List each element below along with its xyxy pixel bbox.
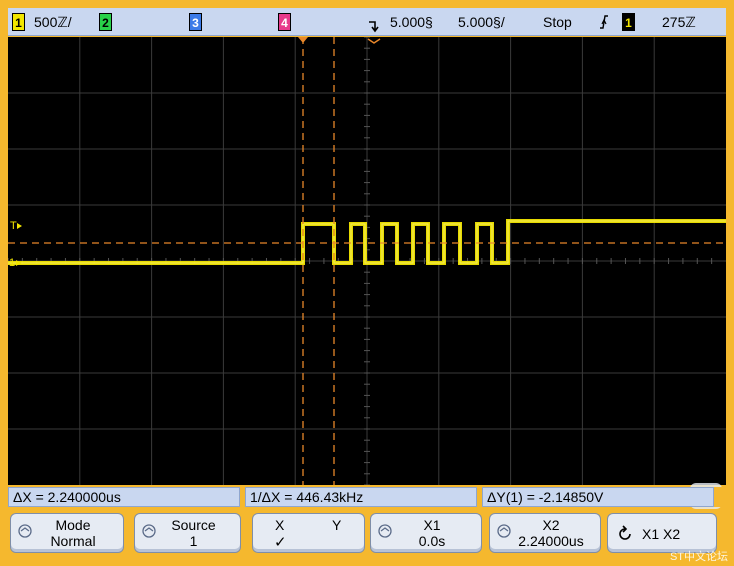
watermark-text: ST中文论坛 xyxy=(669,551,728,563)
channel-3-indicator[interactable]: 3 xyxy=(189,13,202,31)
cursor-x1-marker xyxy=(298,37,308,43)
waveform-canvas: T1 xyxy=(8,37,726,485)
y-option: Y xyxy=(332,517,342,533)
waveform-display[interactable]: T1 xyxy=(8,37,726,485)
x2-label: X2 xyxy=(542,517,560,533)
status-bar: 1 500ℤ/ 2 3 4 5.000§ 5.000§/ Stop 1 275ℤ xyxy=(8,8,726,36)
x-selected-check: ✓ xyxy=(274,534,287,551)
x1-softkey[interactable]: X1 0.0s xyxy=(370,513,482,553)
slope-icon xyxy=(596,8,610,36)
xy-softkey[interactable]: X Y ✓ xyxy=(252,513,365,553)
mode-value: Normal xyxy=(50,533,96,549)
x2-softkey[interactable]: X2 2.24000us xyxy=(489,513,601,553)
delta-y-readout: ΔY(1) = -2.14850V xyxy=(482,487,714,507)
source-value: 1 xyxy=(189,533,198,549)
x1-value: 0.0s xyxy=(418,533,446,549)
waveform-line xyxy=(8,219,726,265)
mode-softkey[interactable]: Mode Normal xyxy=(10,513,124,553)
trigger-level-marker: T xyxy=(10,220,17,232)
channel-1-trace xyxy=(8,219,726,265)
inverse-delta-x-readout: 1/ΔX = 446.43kHz xyxy=(245,487,477,507)
trigger-source-indicator[interactable]: 1 xyxy=(622,13,635,31)
measurement-bar: ΔX = 2.240000us 1/ΔX = 446.43kHz ΔY(1) =… xyxy=(8,487,726,507)
delta-x-readout: ΔX = 2.240000us xyxy=(8,487,240,507)
ground-marker: 1 xyxy=(9,257,15,269)
channel-4-indicator[interactable]: 4 xyxy=(278,13,291,31)
channel-1-indicator[interactable]: 1 xyxy=(12,13,25,31)
softkey-bar: Mode Normal Source 1 X Y ✓ X1 0.0s X2 2.… xyxy=(8,509,726,557)
channel-1-scale[interactable]: 500ℤ/ xyxy=(34,8,72,36)
trigger-time-marker xyxy=(367,38,381,44)
oscilloscope-frame: 1 500ℤ/ 2 3 4 5.000§ 5.000§/ Stop 1 275ℤ… xyxy=(0,0,734,566)
x2-value: 2.24000us xyxy=(518,533,584,549)
run-state[interactable]: Stop xyxy=(543,8,572,36)
rotate-arrow-icon xyxy=(619,525,631,540)
trigger-level[interactable]: 275ℤ xyxy=(662,8,696,36)
mode-label: Mode xyxy=(55,517,91,533)
source-label: Source xyxy=(171,517,216,533)
x1-x2-softkey[interactable]: X1 X2 xyxy=(607,513,717,553)
x1-label: X1 xyxy=(423,517,441,533)
time-scale[interactable]: 5.000§/ xyxy=(458,8,505,36)
x1-x2-label: X1 X2 xyxy=(642,526,681,542)
x-option: X xyxy=(275,517,285,533)
channel-2-indicator[interactable]: 2 xyxy=(99,13,112,31)
trigger-level-arrow xyxy=(17,223,22,229)
trigger-position-icon xyxy=(367,8,381,36)
source-softkey[interactable]: Source 1 xyxy=(134,513,241,553)
time-delay[interactable]: 5.000§ xyxy=(390,8,433,36)
